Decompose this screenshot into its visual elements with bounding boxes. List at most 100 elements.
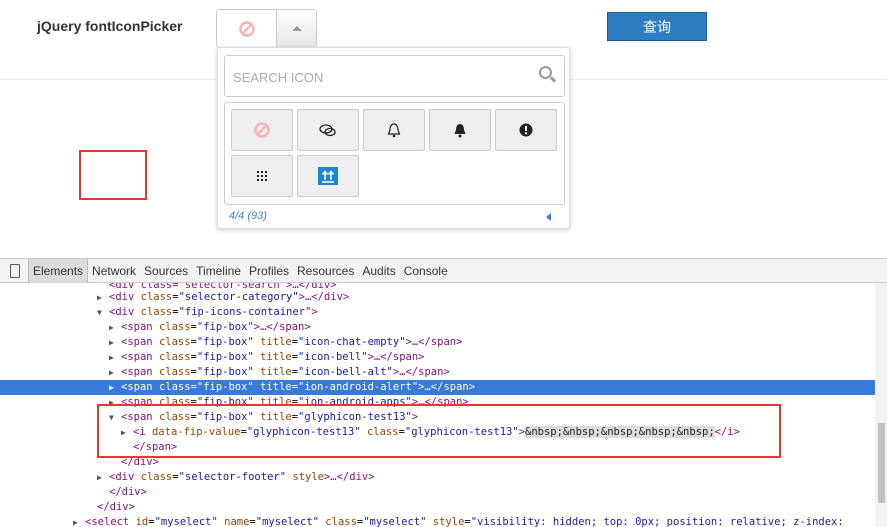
grid-icon: [257, 171, 267, 181]
attr-value: "fip-box": [196, 321, 254, 333]
scrollbar[interactable]: [875, 283, 887, 527]
attr-value: "fip-icons-container": [178, 306, 312, 318]
tab-timeline[interactable]: Timeline: [192, 264, 245, 278]
tag-name: <span: [121, 366, 153, 378]
dom-node[interactable]: ▶ <div class="selector-category">…</div>: [0, 290, 875, 305]
icon-picker-dropdown: SEARCH ICON 4/4 (93): [217, 47, 570, 229]
alert-icon: [519, 123, 533, 137]
field-label: jQuery fontIconPicker: [37, 18, 183, 34]
bell-outline-icon: [387, 123, 401, 138]
attr-value: "ion-android-alert": [298, 381, 419, 393]
caret-up-icon: [291, 26, 302, 31]
dom-node[interactable]: </div>: [0, 500, 875, 515]
attr-name: class: [158, 336, 191, 348]
attr-name: title: [260, 381, 292, 393]
attr-name: name: [224, 516, 250, 527]
dom-node-selected[interactable]: ▶ <span class="fip-box" title="ion-androi…: [0, 380, 875, 395]
tag-name: <span: [121, 336, 153, 348]
expand-arrow-icon[interactable]: ▶: [109, 380, 121, 395]
dom-node[interactable]: ▶ <span class="fip-box" title="icon-bell-…: [0, 365, 875, 380]
search-icon: [539, 66, 552, 79]
bell-icon: [454, 124, 466, 138]
tag-close: >…</div>: [298, 291, 350, 303]
highlight-box: [79, 150, 147, 200]
tab-resources[interactable]: Resources: [293, 264, 358, 278]
glyphicon-test13-icon: [318, 167, 338, 185]
icon-box-bell-alt[interactable]: [429, 109, 491, 151]
attr-value: "selector-footer": [178, 471, 287, 483]
tag-name: <select: [85, 516, 130, 527]
attr-value: "fip-box": [196, 381, 254, 393]
expand-arrow-icon[interactable]: ▶: [109, 350, 121, 365]
tag-name: <span: [121, 381, 153, 393]
tab-audits[interactable]: Audits: [358, 264, 399, 278]
tag-close: >…</span>: [367, 351, 425, 363]
tag-close: >…</span>: [392, 366, 450, 378]
expand-arrow-icon[interactable]: ▶: [97, 290, 109, 305]
prev-page-icon[interactable]: [546, 213, 551, 221]
picker-toggle-button[interactable]: [277, 10, 316, 47]
dom-node[interactable]: ▶ <span class="fip-box" title="icon-bell"…: [0, 350, 875, 365]
attr-name: id: [135, 516, 149, 527]
icon-box-glyphicon-test13[interactable]: [297, 155, 359, 197]
dom-node[interactable]: ▶ <div class="selector-footer" style>…</d…: [0, 470, 875, 485]
expand-arrow-icon[interactable]: ▶: [109, 320, 121, 335]
expand-arrow-icon[interactable]: ▶: [73, 515, 85, 527]
tag-close: >…</span>: [418, 381, 476, 393]
attr-value: "fip-box": [196, 351, 254, 363]
icon-picker[interactable]: [216, 9, 317, 48]
device-mode-icon[interactable]: [10, 263, 20, 278]
tag-close: >: [311, 306, 318, 318]
attr-name: class: [140, 471, 173, 483]
attr-name: title: [260, 336, 292, 348]
icon-box-chat-empty[interactable]: [297, 109, 359, 151]
tag-close: >…</div>: [323, 471, 375, 483]
expand-arrow-icon[interactable]: ▶: [109, 335, 121, 350]
tag-name: <div: [109, 471, 135, 483]
ban-icon: [254, 122, 270, 138]
tab-console[interactable]: Console: [400, 264, 452, 278]
expand-arrow-icon[interactable]: ▶: [97, 470, 109, 485]
tag-close: >…</span>: [405, 336, 463, 348]
attr-value: "myselect": [154, 516, 218, 527]
attr-name: class: [140, 291, 173, 303]
icon-box-ban[interactable]: [231, 109, 293, 151]
tab-profiles[interactable]: Profiles: [245, 264, 293, 278]
attr-value: "selector-category": [178, 291, 299, 303]
tab-network[interactable]: Network: [88, 264, 140, 278]
tag-name: <div: [109, 291, 135, 303]
search-input[interactable]: SEARCH ICON: [224, 55, 565, 97]
dom-node[interactable]: ▶ <span class="fip-box">…</span>: [0, 320, 875, 335]
selected-icon[interactable]: [217, 10, 277, 47]
collapse-arrow-icon[interactable]: ▼: [97, 305, 109, 320]
tab-sources[interactable]: Sources: [140, 264, 192, 278]
search-placeholder: SEARCH ICON: [233, 70, 324, 85]
tag-name: <span: [121, 351, 153, 363]
attr-value: "myselect": [363, 516, 427, 527]
icon-box-android-apps[interactable]: [231, 155, 293, 197]
icon-box-android-alert[interactable]: [495, 109, 557, 151]
dom-node[interactable]: ▶ <span class="fip-box" title="icon-chat-…: [0, 335, 875, 350]
icon-box-bell[interactable]: [363, 109, 425, 151]
attr-name: class: [158, 366, 191, 378]
highlight-box: [97, 404, 781, 458]
dom-node[interactable]: </div>: [0, 485, 875, 500]
dom-node[interactable]: ▶ <select id="myselect" name="myselect" c…: [0, 515, 875, 527]
devtools-panel: Elements Network Sources Timeline Profil…: [0, 258, 887, 527]
attr-value: "icon-bell-alt": [298, 366, 393, 378]
dom-node[interactable]: ▼ <div class="fip-icons-container">: [0, 305, 875, 320]
scrollbar-thumb[interactable]: [878, 423, 885, 503]
devtools-toolbar: Elements Network Sources Timeline Profil…: [0, 258, 887, 283]
attr-name: style: [432, 516, 465, 527]
tab-elements[interactable]: Elements: [28, 258, 89, 283]
query-button[interactable]: 查询: [607, 12, 707, 41]
tag-close: >…</span>: [253, 321, 311, 333]
node-text: </div>: [97, 501, 135, 513]
attr-name: title: [260, 366, 292, 378]
attr-value: "fip-box": [196, 336, 254, 348]
ban-icon: [238, 20, 255, 37]
attr-name: class: [158, 321, 191, 333]
attr-value: "icon-bell": [298, 351, 368, 363]
tag-name: <div: [109, 306, 135, 318]
expand-arrow-icon[interactable]: ▶: [109, 365, 121, 380]
